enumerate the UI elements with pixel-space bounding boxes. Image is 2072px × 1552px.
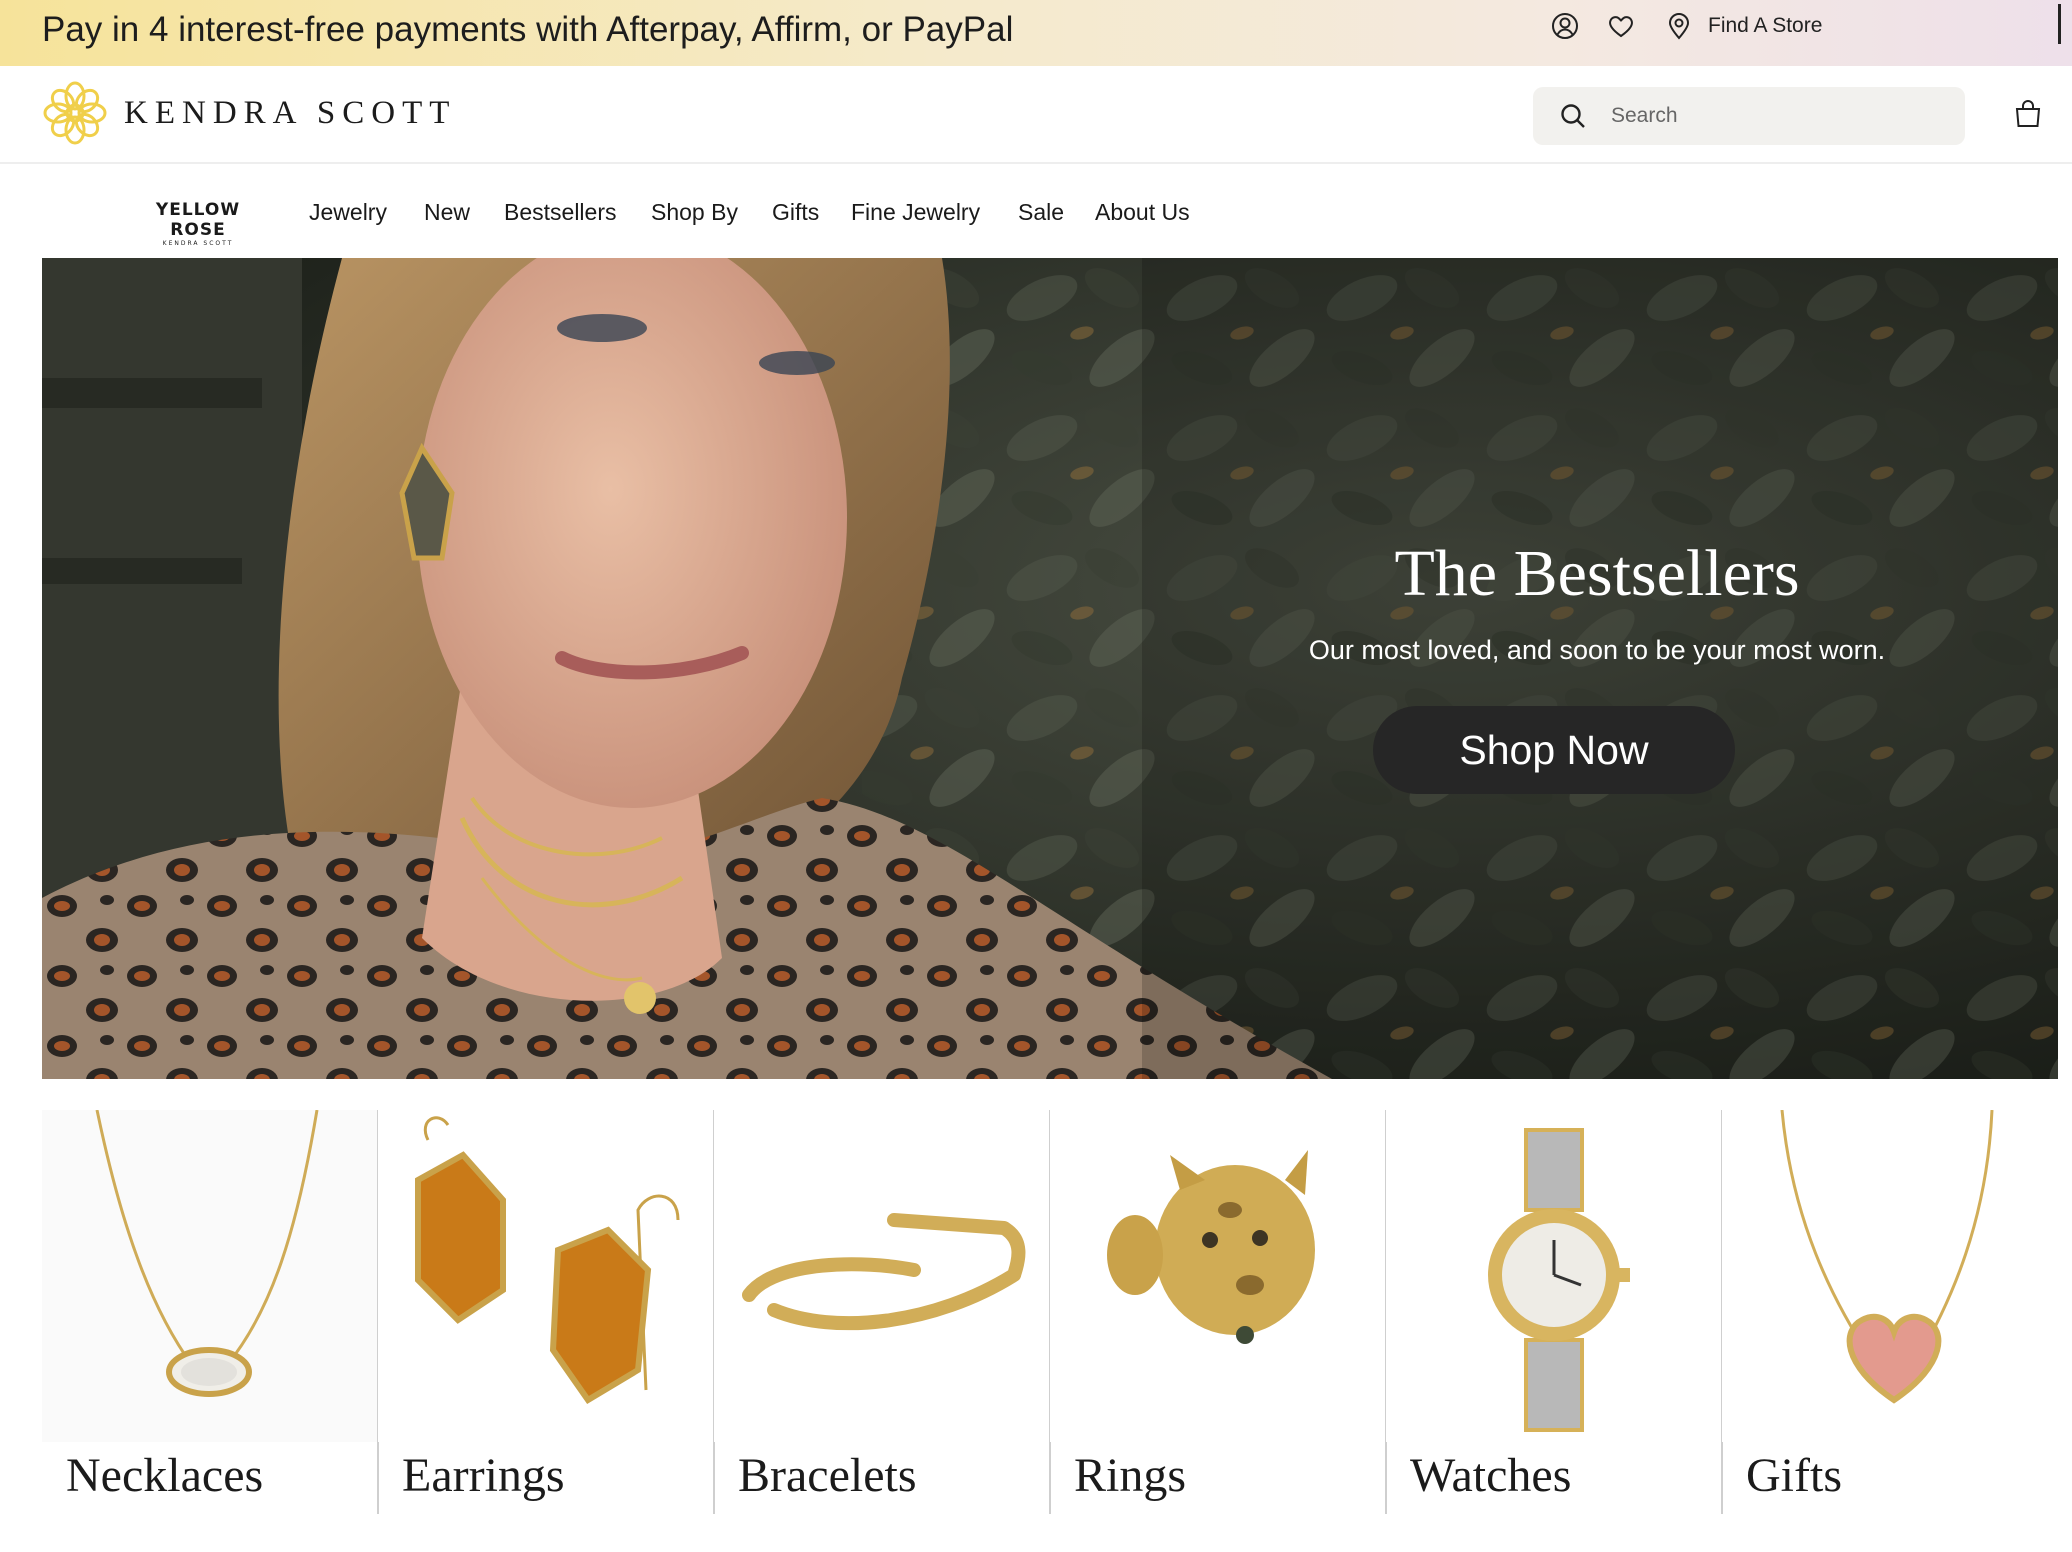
main-navigation: YELLOW ROSE KENDRA SCOTT Jewelry New Bes…	[0, 166, 2072, 256]
nav-item-sale[interactable]: Sale	[1018, 194, 1064, 230]
ring-image	[1050, 1110, 1386, 1442]
nav-item-shop-by[interactable]: Shop By	[651, 194, 738, 230]
nav-item-bestsellers[interactable]: Bestsellers	[504, 194, 616, 230]
nav-item-about-us[interactable]: About Us	[1095, 194, 1190, 230]
category-rings[interactable]: Rings	[1050, 1110, 1386, 1514]
kendra-scott-wordmark[interactable]: KENDRA SCOTT	[124, 91, 456, 135]
category-watches[interactable]: Watches	[1386, 1110, 1722, 1514]
hero-banner: The Bestsellers Our most loved, and soon…	[42, 258, 2058, 1079]
category-label-earrings: Earrings	[402, 1449, 565, 1502]
search-box	[1533, 87, 1965, 145]
earrings-image	[378, 1110, 714, 1442]
shop-now-button[interactable]: Shop Now	[1373, 706, 1735, 794]
hero-title: The Bestsellers	[1394, 537, 1800, 610]
text-cursor	[2058, 4, 2061, 44]
category-earrings[interactable]: Earrings	[378, 1110, 714, 1514]
category-label-rings: Rings	[1074, 1449, 1187, 1502]
heart-icon[interactable]	[1606, 11, 1636, 41]
location-pin-icon[interactable]	[1664, 11, 1694, 41]
account-icon[interactable]	[1550, 11, 1580, 41]
category-label-bracelets: Bracelets	[738, 1449, 917, 1502]
bracelet-image	[714, 1110, 1050, 1442]
gifts-image	[1722, 1110, 2058, 1442]
category-gifts[interactable]: Gifts	[1722, 1110, 2058, 1514]
promo-text: Pay in 4 interest-free payments with Aft…	[42, 10, 1014, 49]
category-label-watches: Watches	[1410, 1449, 1572, 1502]
yellow-rose-logo-sub: KENDRA SCOTT	[162, 240, 234, 247]
nav-item-jewelry[interactable]: Jewelry	[309, 194, 387, 230]
category-label-necklaces: Necklaces	[66, 1449, 264, 1502]
shopping-bag-icon[interactable]	[2012, 98, 2044, 130]
nav-item-new[interactable]: New	[424, 194, 470, 230]
category-label-gifts: Gifts	[1746, 1449, 1842, 1502]
nav-item-fine-jewelry[interactable]: Fine Jewelry	[851, 194, 980, 230]
promo-banner: Pay in 4 interest-free payments with Aft…	[0, 0, 2072, 66]
yellow-rose-logo-main: YELLOW ROSE	[155, 200, 241, 240]
search-icon[interactable]	[1559, 102, 1587, 130]
find-a-store-link[interactable]: Find A Store	[1708, 12, 1822, 40]
necklace-image	[42, 1110, 378, 1442]
site-header: KENDRA SCOTT	[0, 66, 2072, 164]
search-input[interactable]	[1611, 100, 1941, 132]
category-bracelets[interactable]: Bracelets	[714, 1110, 1050, 1514]
yellow-rose-logo[interactable]: YELLOW ROSE KENDRA SCOTT	[126, 200, 270, 248]
hero-subtitle: Our most loved, and soon to be your most…	[1308, 635, 1886, 665]
kendra-scott-logo-icon[interactable]	[42, 80, 108, 146]
nav-item-gifts[interactable]: Gifts	[772, 194, 819, 230]
category-necklaces[interactable]: Necklaces	[42, 1110, 378, 1514]
hero-image	[42, 258, 2058, 1079]
category-grid: Necklaces Earrings Bracelets Rings Watch…	[42, 1110, 2058, 1552]
watch-image	[1386, 1110, 1722, 1442]
